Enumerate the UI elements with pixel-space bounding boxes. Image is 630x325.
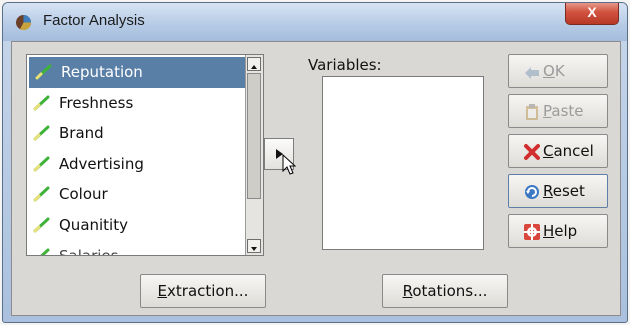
cancel-label: Cancel bbox=[543, 142, 594, 160]
scale-variable-icon bbox=[33, 95, 50, 111]
app-icon bbox=[16, 15, 32, 31]
paste-label: Paste bbox=[543, 102, 584, 120]
scale-variable-icon bbox=[39, 248, 50, 255]
extraction-button[interactable]: Extraction... bbox=[140, 274, 266, 308]
scrollbar-thumb[interactable] bbox=[247, 73, 261, 199]
list-item-label: Freshness bbox=[59, 93, 134, 112]
scale-variable-icon bbox=[33, 156, 50, 172]
clipboard-icon bbox=[526, 104, 538, 120]
list-item[interactable]: Brand bbox=[27, 118, 245, 149]
mouse-cursor-icon bbox=[282, 154, 297, 175]
help-button[interactable]: Help bbox=[508, 214, 608, 248]
list-item-label: Advertising bbox=[59, 154, 144, 173]
variables-list[interactable] bbox=[322, 76, 484, 250]
scale-variable-icon bbox=[33, 186, 50, 202]
factor-analysis-window: Factor Analysis X Reputation Freshness B… bbox=[2, 2, 628, 323]
reset-button[interactable]: Reset bbox=[508, 174, 608, 208]
list-item[interactable]: Salaries bbox=[27, 241, 245, 256]
vertical-scrollbar[interactable] bbox=[245, 55, 263, 255]
source-variable-list[interactable]: Reputation Freshness Brand Advertising C… bbox=[26, 54, 264, 256]
list-item-label: Reputation bbox=[61, 63, 143, 81]
list-item[interactable]: Quanitity bbox=[27, 210, 245, 241]
reset-label: Reset bbox=[543, 182, 585, 200]
help-label: Help bbox=[543, 222, 578, 240]
arrow-down-icon bbox=[251, 247, 257, 251]
scale-variable-icon bbox=[33, 125, 50, 141]
list-item-label: Colour bbox=[59, 185, 108, 204]
paste-button[interactable]: Paste bbox=[508, 94, 608, 128]
arrow-up-icon bbox=[251, 65, 257, 69]
list-item-label: Quanitity bbox=[59, 215, 128, 234]
ok-arrow-icon bbox=[525, 67, 539, 79]
list-item[interactable]: Advertising bbox=[27, 149, 245, 180]
variables-label: Variables: bbox=[308, 56, 382, 74]
scale-variable-icon bbox=[33, 217, 50, 233]
dialog-body: Reputation Freshness Brand Advertising C… bbox=[11, 41, 621, 316]
cancel-x-icon bbox=[524, 144, 540, 160]
cancel-button[interactable]: Cancel bbox=[508, 134, 608, 168]
rotations-button[interactable]: Rotations... bbox=[382, 274, 508, 308]
reset-refresh-icon bbox=[525, 185, 539, 199]
list-item[interactable]: Colour bbox=[27, 179, 245, 210]
scroll-down-button[interactable] bbox=[247, 239, 261, 253]
ok-label: OK bbox=[543, 62, 565, 80]
list-item[interactable]: Reputation bbox=[29, 57, 245, 88]
list-item[interactable]: Freshness bbox=[27, 88, 245, 119]
scroll-up-button[interactable] bbox=[247, 57, 261, 71]
scale-variable-icon bbox=[35, 64, 52, 80]
help-lifebuoy-icon bbox=[524, 224, 540, 240]
source-variable-items: Reputation Freshness Brand Advertising C… bbox=[27, 55, 245, 256]
title-bar[interactable]: Factor Analysis X bbox=[3, 3, 627, 41]
list-item-label: Salaries bbox=[59, 246, 119, 256]
close-button[interactable]: X bbox=[565, 3, 619, 25]
window-title: Factor Analysis bbox=[43, 12, 145, 29]
ok-button[interactable]: OK bbox=[508, 54, 608, 88]
list-item-label: Brand bbox=[59, 124, 104, 143]
